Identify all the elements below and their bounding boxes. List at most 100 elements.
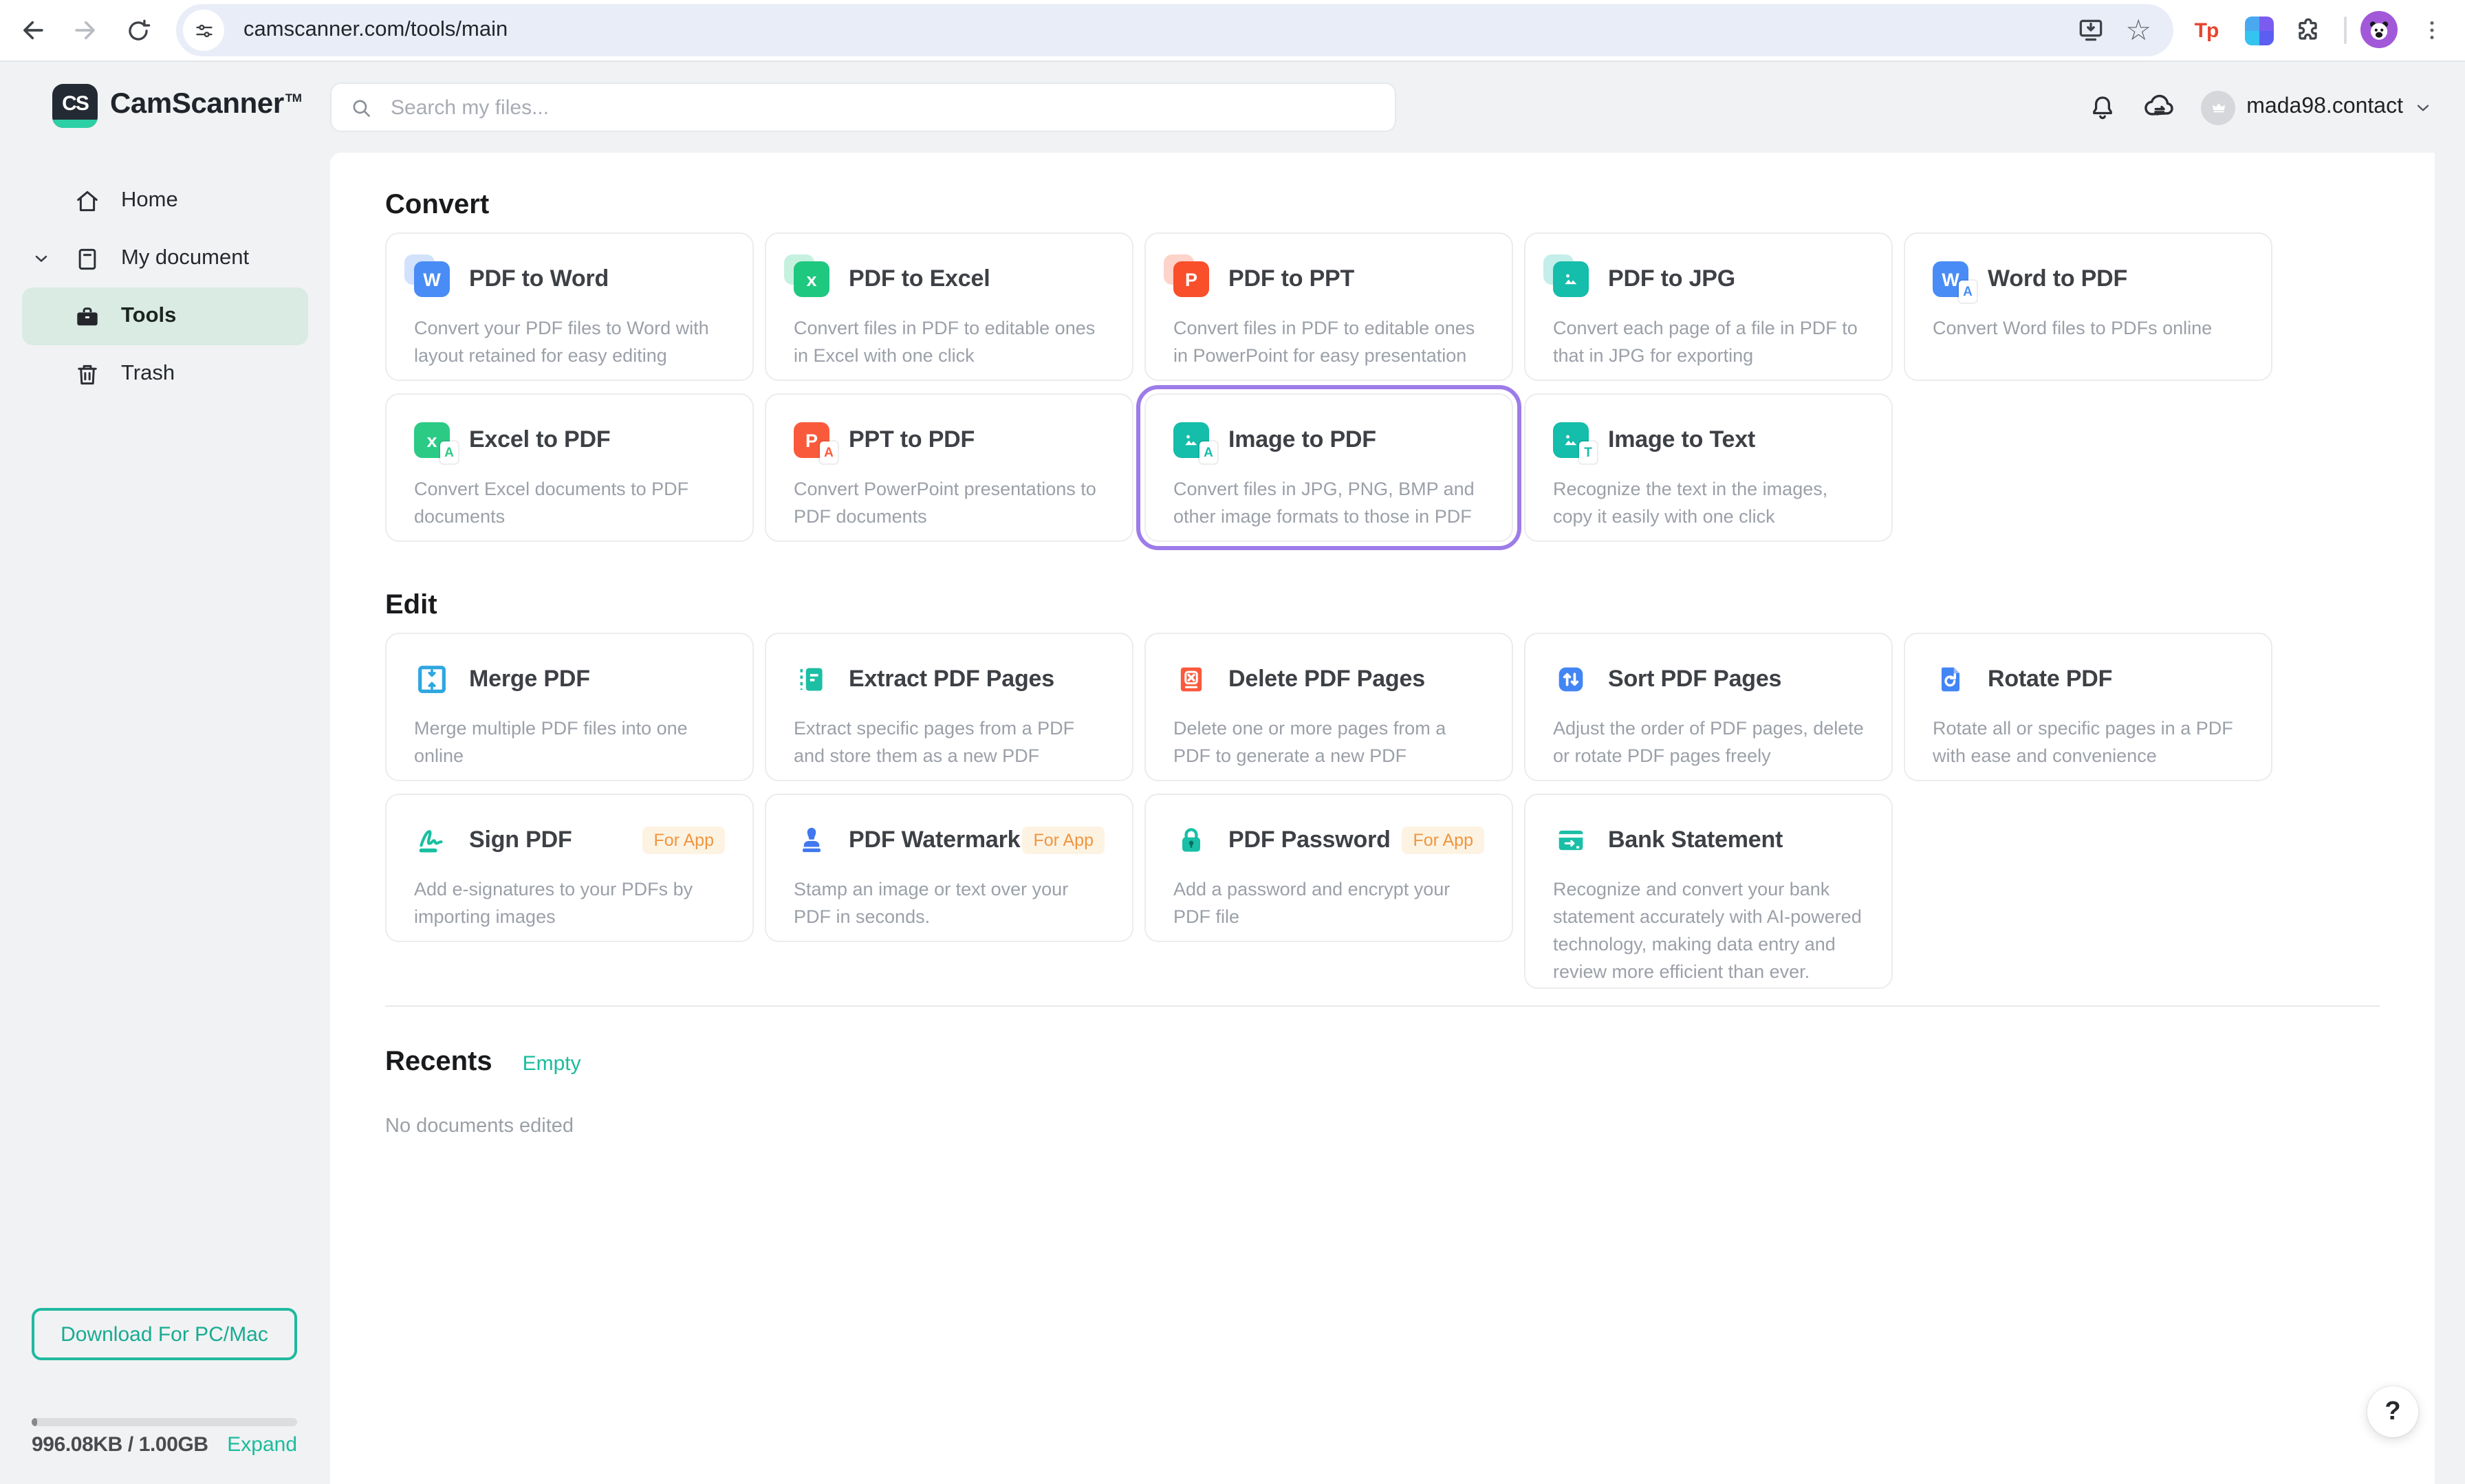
camscanner-logo[interactable]: CS CamScannerTM [52, 84, 302, 128]
url-text[interactable]: camscanner.com/tools/main [243, 18, 2076, 43]
rotate-pdf-card[interactable]: Rotate PDF Rotate all or specific pages … [1904, 633, 2272, 781]
pdf-watermark-card[interactable]: PDF Watermark For App Stamp an image or … [765, 794, 1133, 942]
word-to-pdf-icon: WA [1933, 261, 1968, 297]
extension-gradient-icon[interactable] [2242, 14, 2275, 47]
username: mada98.contact [2246, 95, 2403, 120]
tool-title: Bank Statement [1608, 827, 1783, 854]
tool-title: PDF Password [1228, 827, 1391, 854]
document-icon [73, 244, 102, 273]
sign-pdf-card[interactable]: Sign PDF For App Add e-signatures to you… [385, 794, 754, 942]
search-input[interactable] [388, 94, 1274, 120]
tool-title: PDF to JPG [1608, 265, 1735, 293]
search-bar[interactable] [330, 83, 1396, 132]
address-bar[interactable]: camscanner.com/tools/main ☆ [176, 4, 2173, 56]
sidebar-item-home[interactable]: Home [22, 172, 308, 230]
tool-title: Sort PDF Pages [1608, 666, 1781, 693]
sidebar-item-my-document[interactable]: My document [22, 230, 308, 287]
tool-description: Extract specific pages from a PDF and st… [794, 715, 1105, 770]
ppt-to-pdf-card[interactable]: PA PPT to PDF Convert PowerPoint present… [765, 393, 1133, 542]
download-pc-mac-button[interactable]: Download For PC/Mac [32, 1308, 297, 1360]
expand-storage-link[interactable]: Expand [227, 1433, 297, 1456]
merge-pdf-icon [414, 662, 450, 697]
storage-progress-fill [32, 1418, 37, 1426]
excel-to-pdf-card[interactable]: xA Excel to PDF Convert Excel documents … [385, 393, 754, 542]
sort-pdf-pages-card[interactable]: Sort PDF Pages Adjust the order of PDF p… [1524, 633, 1893, 781]
section-title-edit: Edit [385, 590, 2380, 620]
delete-pdf-pages-card[interactable]: Delete PDF Pages Delete one or more page… [1144, 633, 1513, 781]
tool-description: Recognize the text in the images, copy i… [1553, 476, 1864, 531]
pdf-to-ppt-icon: P [1173, 261, 1209, 297]
pdf-to-jpg-icon [1553, 261, 1589, 297]
help-button[interactable]: ? [2367, 1386, 2418, 1437]
section-divider [385, 1005, 2380, 1007]
merge-pdf-card[interactable]: Merge PDF Merge multiple PDF files into … [385, 633, 754, 781]
bank-statement-card[interactable]: Bank Statement Recognize and convert you… [1524, 794, 1893, 989]
tool-description: Recognize and convert your bank statemen… [1553, 876, 1864, 986]
cloud-sync-icon[interactable] [2142, 89, 2178, 125]
tool-description: Adjust the order of PDF pages, delete or… [1553, 715, 1864, 770]
premium-crown-avatar [2201, 90, 2235, 124]
tool-title: PDF Watermark [849, 827, 1020, 854]
reload-icon[interactable] [121, 14, 154, 47]
for-app-badge: For App [1402, 827, 1484, 854]
sign-pdf-icon [414, 822, 450, 858]
forward-icon[interactable] [69, 14, 102, 47]
sidebar-item-label: Tools [121, 304, 176, 329]
sidebar-item-trash[interactable]: Trash [22, 345, 308, 403]
sort-pdf-pages-icon [1553, 662, 1589, 697]
pdf-to-jpg-card[interactable]: PDF to JPG Convert each page of a file i… [1524, 232, 1893, 381]
browser-menu-icon[interactable] [2418, 14, 2446, 47]
chevron-down-icon[interactable] [32, 249, 51, 268]
back-icon[interactable] [17, 14, 50, 47]
sidebar-item-tools[interactable]: Tools [22, 287, 308, 345]
rotate-pdf-icon [1933, 662, 1968, 697]
tool-title: Word to PDF [1988, 265, 2127, 293]
tool-description: Convert PowerPoint presentations to PDF … [794, 476, 1105, 531]
extension-tp-icon[interactable]: Tp [2190, 14, 2223, 47]
sidebar-item-label: Trash [121, 362, 175, 386]
pdf-to-word-card[interactable]: W PDF to Word Convert your PDF files to … [385, 232, 754, 381]
no-documents-message: No documents edited [385, 1115, 2380, 1137]
tool-title: Rotate PDF [1988, 666, 2112, 693]
search-icon [348, 94, 374, 120]
tool-title: PDF to PPT [1228, 265, 1354, 293]
tool-title: Sign PDF [469, 827, 572, 854]
brand-name: CamScannerTM [110, 88, 302, 121]
tool-description: Convert Excel documents to PDF documents [414, 476, 725, 531]
tool-description: Add a password and encrypt your PDF file [1173, 876, 1484, 931]
bookmark-star-icon[interactable]: ☆ [2125, 16, 2151, 45]
word-to-pdf-card[interactable]: WA Word to PDF Convert Word files to PDF… [1904, 232, 2272, 381]
image-to-pdf-card[interactable]: A Image to PDF Convert files in JPG, PNG… [1144, 393, 1513, 542]
extensions-puzzle-icon[interactable] [2292, 14, 2325, 47]
browser-profile-avatar[interactable] [2360, 11, 2398, 48]
tool-title: Delete PDF Pages [1228, 666, 1425, 693]
tool-title: Extract PDF Pages [849, 666, 1054, 693]
tool-title: Image to Text [1608, 426, 1755, 454]
site-settings-chip[interactable] [183, 10, 224, 51]
tool-title: Image to PDF [1228, 426, 1376, 454]
install-app-icon[interactable] [2076, 15, 2106, 45]
delete-pdf-pages-icon [1173, 662, 1209, 697]
storage-progress-bar [32, 1418, 297, 1426]
camscanner-tools-page: camscanner.com/tools/main ☆ Tp CS CamSca… [0, 0, 2465, 1484]
image-to-text-card[interactable]: T Image to Text Recognize the text in th… [1524, 393, 1893, 542]
chevron-down-icon [2414, 98, 2432, 116]
main-panel: Convert W PDF to Word Convert your PDF f… [330, 153, 2435, 1484]
edit-cards-grid: Merge PDF Merge multiple PDF files into … [385, 633, 2380, 989]
tool-description: Convert each page of a file in PDF to th… [1553, 315, 1864, 370]
sidebar: Home My document Tools Trash Download Fo… [0, 153, 330, 1484]
tool-title: PDF to Excel [849, 265, 990, 293]
image-to-pdf-icon: A [1173, 422, 1209, 458]
extract-pdf-pages-card[interactable]: Extract PDF Pages Extract specific pages… [765, 633, 1133, 781]
pdf-to-excel-card[interactable]: x PDF to Excel Convert files in PDF to e… [765, 232, 1133, 381]
pdf-to-ppt-card[interactable]: P PDF to PPT Convert files in PDF to edi… [1144, 232, 1513, 381]
pdf-password-card[interactable]: PDF Password For App Add a password and … [1144, 794, 1513, 942]
notifications-bell-icon[interactable] [2087, 91, 2118, 123]
recents-empty-link[interactable]: Empty [523, 1052, 581, 1076]
account-menu[interactable]: mada98.contact [2201, 90, 2432, 124]
tool-description: Convert files in PDF to editable ones in… [1173, 315, 1484, 370]
tool-title: Excel to PDF [469, 426, 610, 454]
cs-logo-icon: CS [52, 84, 98, 128]
sidebar-item-label: Home [121, 188, 178, 213]
ppt-to-pdf-icon: PA [794, 422, 829, 458]
